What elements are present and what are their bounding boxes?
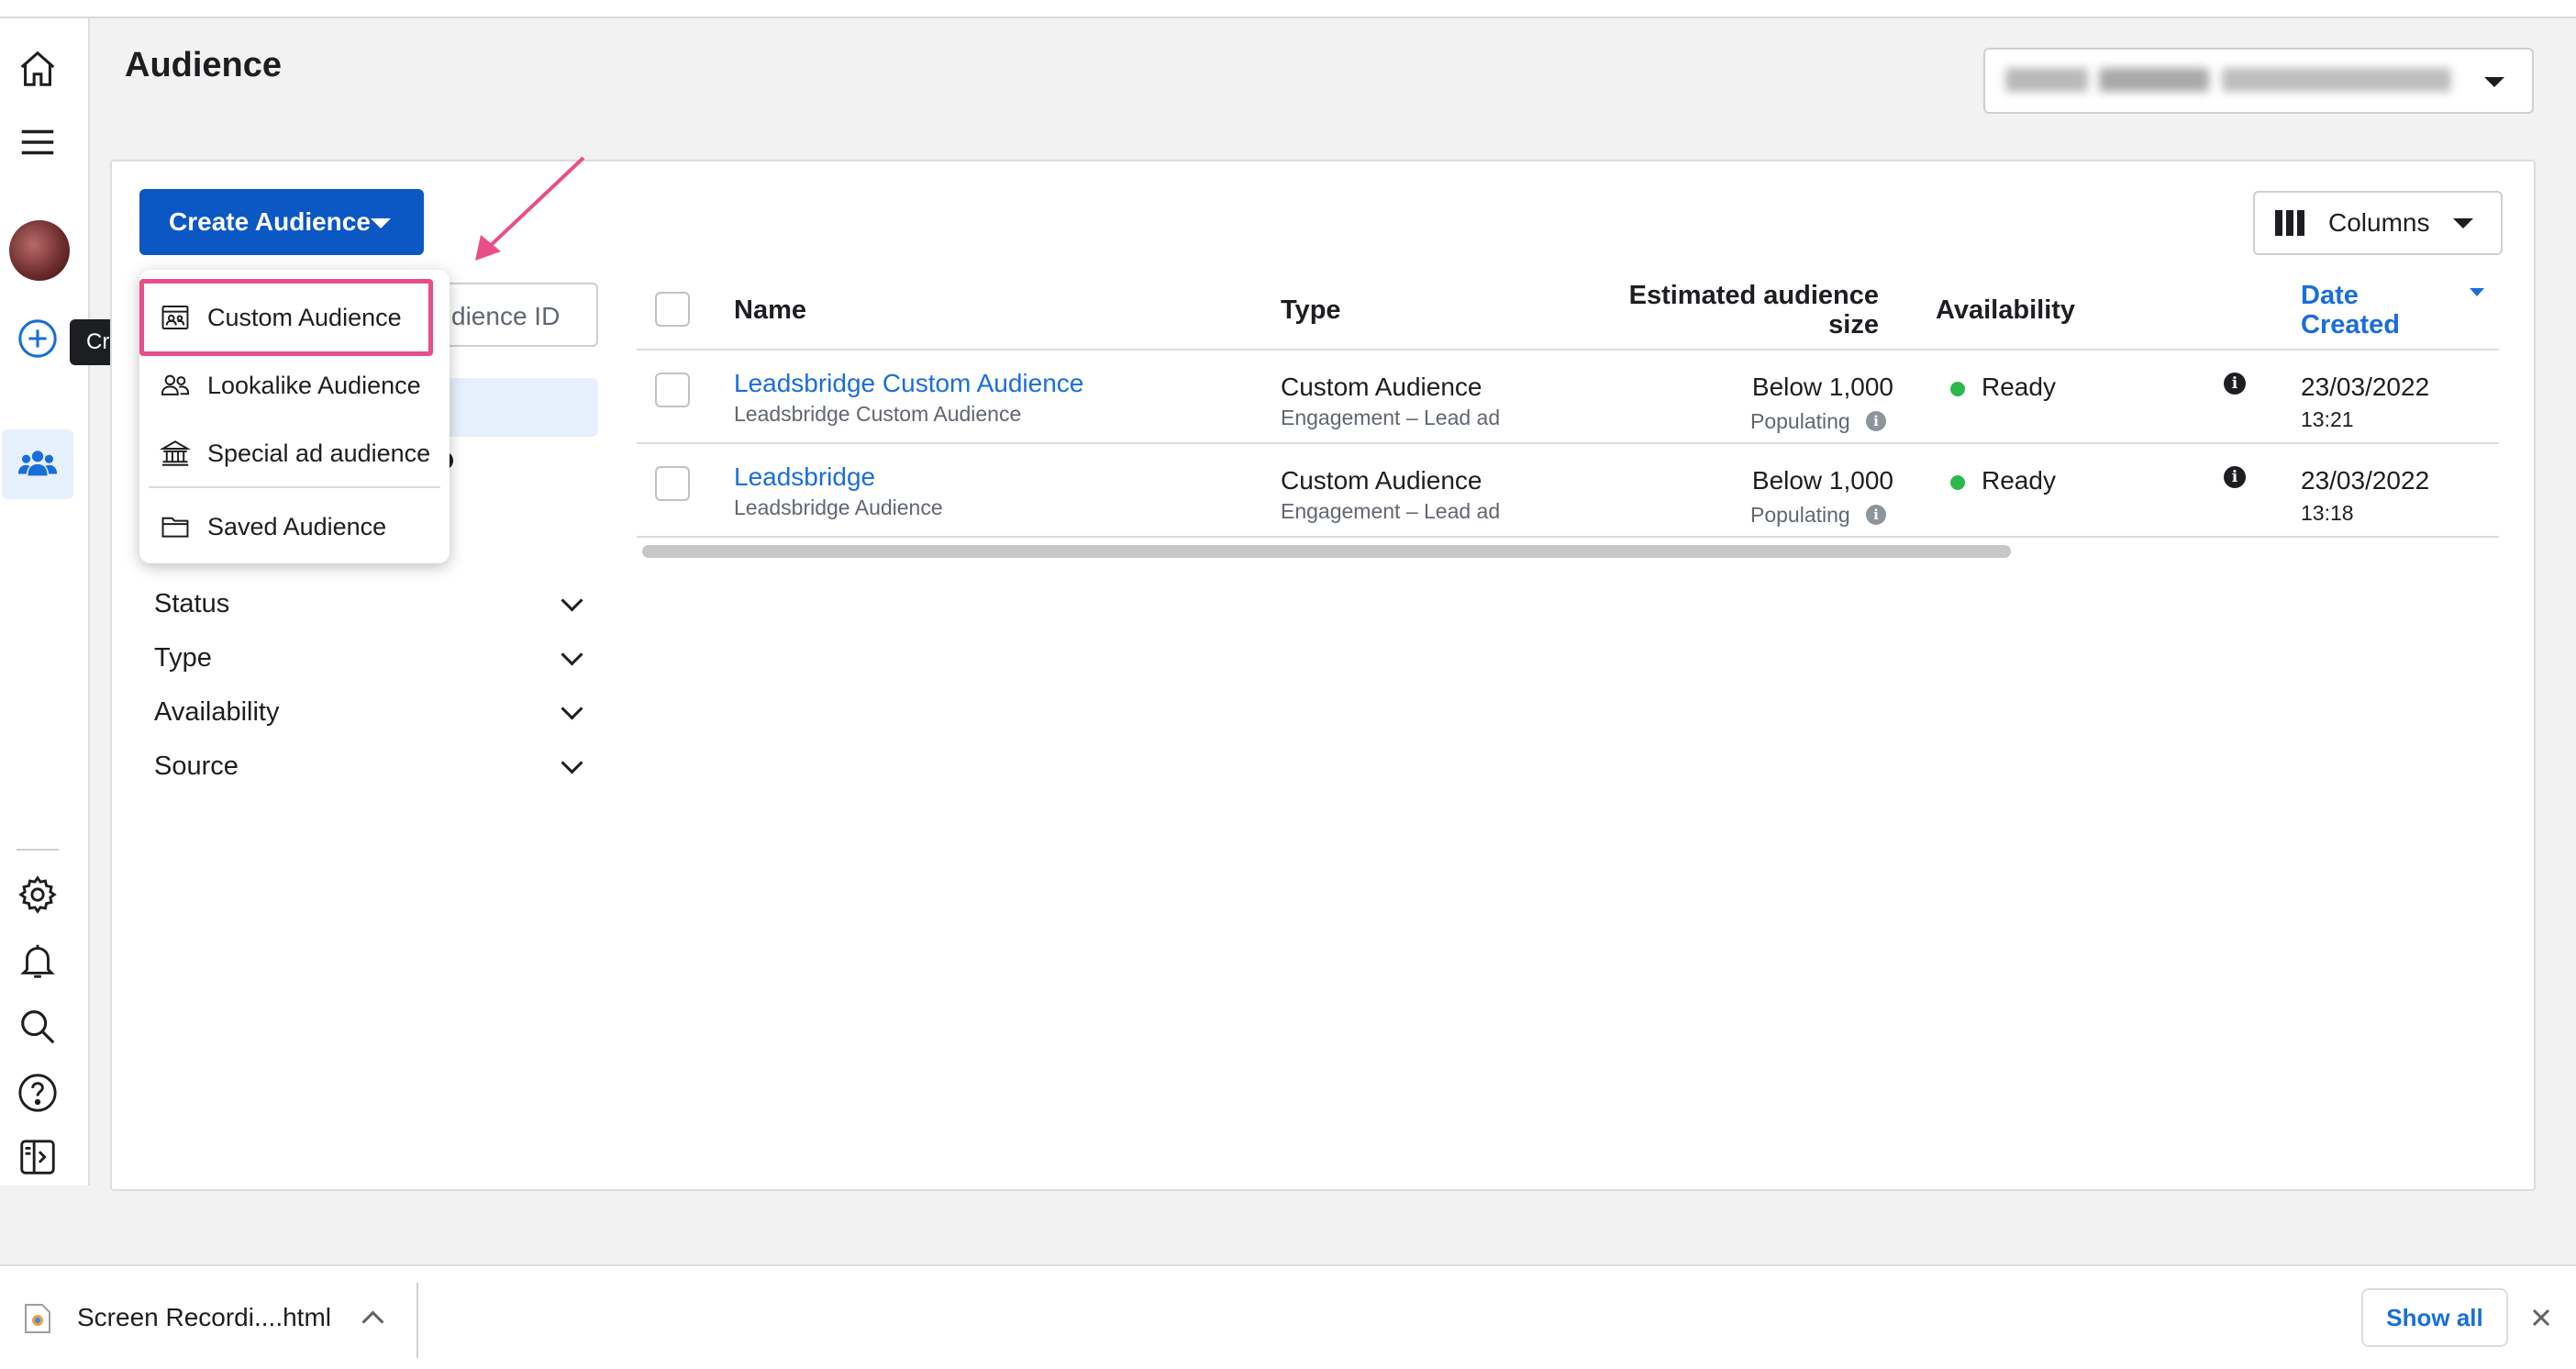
table-header: Name Type Estimated audience size Availa… <box>637 275 2499 351</box>
chevron-down-icon <box>2484 77 2504 87</box>
availability-status: Ready <box>1982 373 2056 401</box>
info-icon[interactable]: i <box>1866 411 1886 431</box>
columns-label: Columns <box>2328 208 2430 237</box>
header-date-created[interactable]: Date Created <box>2301 281 2400 339</box>
download-file-name[interactable]: Screen Recordi....html <box>77 1303 331 1332</box>
date-created: 23/03/2022 <box>2301 466 2430 495</box>
audience-size-sub: Populating <box>1750 503 1850 527</box>
left-navigation-rail <box>0 18 90 1185</box>
search-placeholder: dience ID <box>451 302 561 330</box>
notification-bell-icon[interactable] <box>13 936 62 985</box>
ad-account-selector[interactable] <box>1983 48 2534 114</box>
audience-type: Custom Audience <box>1281 466 1482 495</box>
caret-down-icon <box>371 218 391 228</box>
horizontal-scrollbar[interactable] <box>642 545 2011 558</box>
settings-gear-icon[interactable] <box>13 870 62 919</box>
row-checkbox[interactable] <box>655 373 690 407</box>
row-checkbox[interactable] <box>655 466 690 501</box>
audience-people-icon[interactable] <box>13 439 62 488</box>
audience-type: Custom Audience <box>1281 373 1482 401</box>
filter-source[interactable]: Source <box>154 751 587 782</box>
audience-size: Below 1,000 <box>1751 373 1893 401</box>
header-name[interactable]: Name <box>734 295 806 326</box>
help-icon[interactable] <box>13 1068 62 1118</box>
filter-status[interactable]: Status <box>154 589 587 619</box>
file-icon <box>25 1304 50 1333</box>
table-row[interactable]: Leadsbridge Custom Audience Leadsbridge … <box>637 351 2499 444</box>
audience-size: Below 1,000 <box>1751 466 1893 495</box>
folder-icon <box>161 517 189 538</box>
availability-status: Ready <box>1982 466 2056 495</box>
chevron-down-icon <box>561 643 583 666</box>
table-row[interactable]: Leadsbridge Leadsbridge Audience Custom … <box>637 444 2499 538</box>
audience-type-sub: Engagement – Lead ad <box>1281 499 1501 523</box>
select-all-checkbox[interactable] <box>655 292 690 327</box>
time-created: 13:18 <box>2301 501 2354 525</box>
ready-status-dot <box>1950 475 1965 490</box>
create-audience-menu: Custom Audience Lookalike Audience Speci… <box>139 270 450 563</box>
rail-divider <box>17 849 59 851</box>
close-icon[interactable] <box>2530 1307 2552 1329</box>
menu-item-special-ad-audience[interactable]: Special ad audience <box>160 426 430 481</box>
time-created: 13:21 <box>2301 407 2354 431</box>
download-divider <box>416 1283 418 1358</box>
menu-item-saved-audience[interactable]: Saved Audience <box>160 499 386 554</box>
show-all-button[interactable]: Show all <box>2361 1288 2508 1347</box>
audience-type-sub: Engagement – Lead ad <box>1281 406 1501 429</box>
columns-button[interactable]: Columns <box>2253 191 2503 255</box>
custom-audience-icon <box>161 305 189 330</box>
audience-name-link[interactable]: Leadsbridge Custom Audience <box>734 369 1083 398</box>
chevron-down-icon <box>561 751 583 774</box>
header-type[interactable]: Type <box>1281 295 1341 326</box>
info-icon[interactable]: i <box>1866 505 1886 525</box>
columns-icon <box>2275 210 2304 236</box>
info-icon[interactable]: i <box>2224 373 2246 395</box>
blurred-account-name <box>2005 68 2088 92</box>
audience-name-sub: Leadsbridge Audience <box>734 495 943 519</box>
ready-status-dot <box>1950 382 1965 396</box>
audience-size-sub: Populating <box>1750 409 1850 433</box>
filter-availability[interactable]: Availability <box>154 697 587 728</box>
audience-name-link[interactable]: Leadsbridge <box>734 462 875 492</box>
avatar[interactable] <box>9 220 70 281</box>
pink-annotation-arrow-icon <box>475 156 585 261</box>
create-plus-icon[interactable] <box>13 314 62 363</box>
menu-item-custom-audience[interactable]: Custom Audience <box>160 290 402 345</box>
create-audience-button[interactable]: Create Audience <box>139 189 424 255</box>
menu-divider <box>149 486 440 488</box>
menu-icon[interactable] <box>13 117 62 167</box>
lookalike-people-icon <box>161 374 190 395</box>
filter-type[interactable]: Type <box>154 643 587 673</box>
menu-item-lookalike-audience[interactable]: Lookalike Audience <box>160 358 421 413</box>
audience-name-sub: Leadsbridge Custom Audience <box>734 402 1022 426</box>
date-created: 23/03/2022 <box>2301 373 2430 401</box>
browser-top-strip <box>0 0 2576 18</box>
caret-down-icon <box>2453 218 2473 228</box>
info-icon[interactable]: i <box>2224 466 2246 488</box>
sort-descending-icon[interactable] <box>2470 288 2484 296</box>
chevron-down-icon <box>561 589 583 612</box>
chevron-down-icon <box>561 697 583 720</box>
search-icon[interactable] <box>13 1002 62 1052</box>
panel-toggle-icon[interactable] <box>13 1132 62 1182</box>
header-estimated-size[interactable]: Estimated audience size <box>1554 281 1879 339</box>
home-icon[interactable] <box>13 44 62 94</box>
header-availability[interactable]: Availability <box>1936 295 2075 326</box>
page-title: Audience <box>125 46 283 84</box>
browser-download-bar: Screen Recordi....html Show all <box>0 1264 2576 1369</box>
bank-building-icon <box>160 440 191 466</box>
chevron-up-icon[interactable] <box>361 1310 384 1333</box>
create-audience-label: Create Audience <box>169 207 371 236</box>
